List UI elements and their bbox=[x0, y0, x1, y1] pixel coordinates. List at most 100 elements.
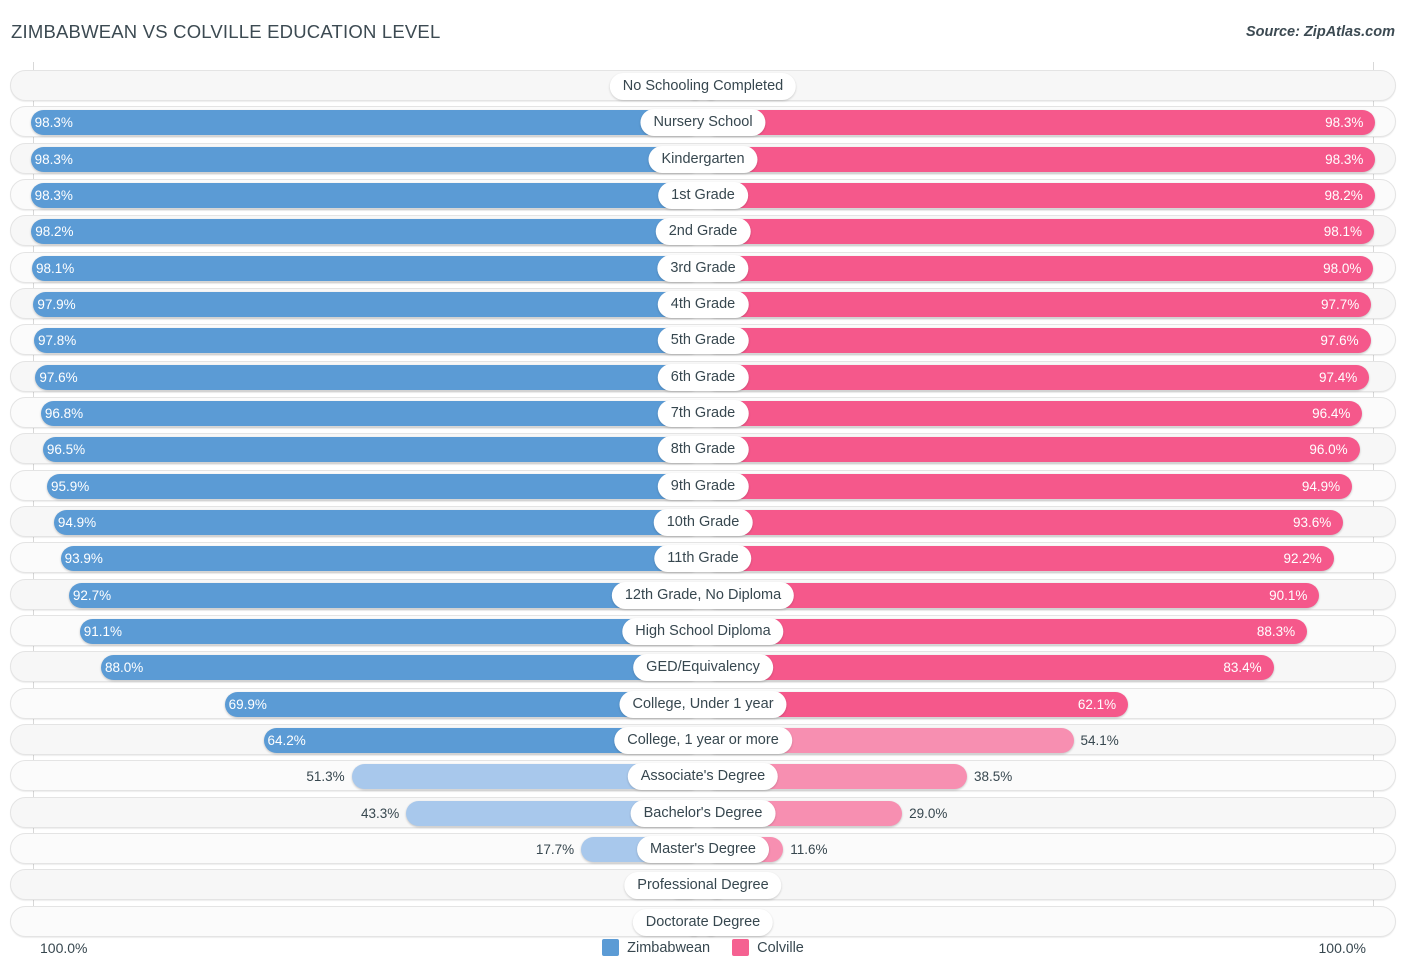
bar-zimbabwean[interactable] bbox=[79, 618, 702, 644]
bar-colville[interactable] bbox=[704, 219, 1375, 245]
table-row[interactable]: 97.9% 97.7% 4th Grade bbox=[10, 287, 1396, 319]
bar-value-colville: 94.9% bbox=[1301, 478, 1341, 494]
bar-value-zimbabwean: 51.3% bbox=[306, 769, 345, 785]
category-label: 8th Grade bbox=[657, 436, 749, 464]
bar-zimbabwean[interactable] bbox=[42, 437, 702, 463]
bar-value-colville: 97.4% bbox=[1318, 369, 1358, 385]
bar-value-colville: 98.0% bbox=[1323, 260, 1362, 276]
bar-colville[interactable] bbox=[704, 509, 1344, 535]
category-label: High School Diploma bbox=[622, 617, 784, 645]
bar-value-zimbabwean: 92.7% bbox=[72, 587, 112, 603]
table-row[interactable]: 17.7% 11.6% Master's Degree bbox=[10, 832, 1396, 864]
bar-value-colville: 11.6% bbox=[790, 841, 828, 857]
bar-zimbabwean[interactable] bbox=[31, 255, 702, 281]
legend-label: Zimbabwean bbox=[627, 939, 711, 956]
table-row[interactable]: 1.7%1.9%No Schooling Completed bbox=[10, 70, 1396, 101]
category-label: 10th Grade bbox=[653, 508, 753, 536]
bar-zimbabwean[interactable] bbox=[35, 364, 702, 390]
bar-value-zimbabwean: 88.0% bbox=[104, 660, 144, 676]
table-row[interactable]: 93.9% 92.2% 11th Grade bbox=[10, 542, 1396, 574]
bar-zimbabwean[interactable] bbox=[33, 291, 702, 317]
category-label: 6th Grade bbox=[657, 363, 749, 391]
bar-value-colville: 62.1% bbox=[1077, 696, 1117, 712]
bar-colville[interactable] bbox=[704, 582, 1320, 608]
legend-item-zimbabwean[interactable]: Zimbabwean bbox=[602, 939, 710, 956]
bar-value-colville: 93.6% bbox=[1293, 514, 1332, 530]
table-row[interactable]: 94.9% 93.6% 10th Grade bbox=[10, 505, 1396, 537]
bar-colville[interactable] bbox=[704, 182, 1375, 208]
table-row[interactable]: 2.3%1.6%Doctorate Degree bbox=[10, 905, 1396, 937]
bar-colville[interactable] bbox=[704, 291, 1372, 317]
bar-zimbabwean[interactable] bbox=[31, 219, 702, 245]
category-label: Nursery School bbox=[640, 109, 766, 137]
bar-value-colville: 54.1% bbox=[1080, 732, 1119, 748]
bar-colville[interactable] bbox=[704, 364, 1370, 390]
bar-value-zimbabwean: 43.3% bbox=[360, 805, 400, 821]
table-row[interactable]: 43.3% 29.0% Bachelor's Degree bbox=[10, 796, 1396, 828]
table-row[interactable]: 92.7% 90.1% 12th Grade, No Diploma bbox=[10, 578, 1396, 610]
bar-value-colville: 98.3% bbox=[1325, 151, 1364, 167]
category-label: 9th Grade bbox=[657, 472, 749, 500]
bar-value-colville: 97.6% bbox=[1320, 333, 1359, 349]
bar-zimbabwean[interactable] bbox=[68, 582, 702, 608]
bar-value-zimbabwean: 95.9% bbox=[51, 478, 90, 494]
bar-colville[interactable] bbox=[704, 146, 1376, 172]
chart-legend: Zimbabwean Colville bbox=[0, 939, 1406, 956]
table-row[interactable]: 51.3% 38.5% Associate's Degree bbox=[10, 760, 1396, 792]
legend-item-colville[interactable]: Colville bbox=[732, 939, 804, 956]
category-label: 1st Grade bbox=[658, 181, 748, 209]
table-row[interactable]: 97.6% 97.4% 6th Grade bbox=[10, 360, 1396, 392]
bar-zimbabwean[interactable] bbox=[40, 400, 702, 426]
table-row[interactable]: 98.3% 98.3% Kindergarten bbox=[10, 142, 1396, 174]
source-label: Source: ZipAtlas.com bbox=[1245, 24, 1395, 40]
chart-header: ZIMBABWEAN VS COLVILLE EDUCATION LEVEL S… bbox=[0, 0, 1406, 58]
table-row[interactable]: 5.2%3.8%Professional Degree bbox=[10, 869, 1396, 901]
category-label: 4th Grade bbox=[657, 290, 749, 318]
bar-value-zimbabwean: 69.9% bbox=[228, 696, 267, 712]
legend-swatch-icon bbox=[602, 939, 620, 956]
chart-plot-area: 1.7%1.9%No Schooling Completed98.3%98.3%… bbox=[0, 62, 1406, 937]
category-label: Professional Degree bbox=[624, 872, 782, 900]
bar-colville[interactable] bbox=[704, 546, 1334, 572]
table-row[interactable]: 91.1% 88.3% High School Diploma bbox=[10, 614, 1396, 646]
bar-value-zimbabwean: 93.9% bbox=[64, 551, 103, 567]
bar-zimbabwean[interactable] bbox=[60, 546, 702, 572]
bar-colville[interactable] bbox=[704, 655, 1274, 681]
bar-colville[interactable] bbox=[704, 473, 1353, 499]
category-label: GED/Equivalency bbox=[633, 654, 773, 682]
bar-zimbabwean[interactable] bbox=[47, 473, 702, 499]
bar-zimbabwean[interactable] bbox=[53, 509, 702, 535]
bar-value-colville: 29.0% bbox=[909, 805, 948, 821]
bar-colville[interactable] bbox=[704, 328, 1371, 354]
category-label: 3rd Grade bbox=[657, 254, 749, 282]
table-row[interactable]: 69.9% 62.1% College, Under 1 year bbox=[10, 687, 1396, 719]
bar-value-colville: 98.2% bbox=[1324, 187, 1363, 203]
bar-zimbabwean[interactable] bbox=[100, 655, 702, 681]
bar-colville[interactable] bbox=[704, 400, 1363, 426]
bar-zimbabwean[interactable] bbox=[30, 110, 702, 136]
table-row[interactable]: 88.0% 83.4% GED/Equivalency bbox=[10, 651, 1396, 683]
bar-colville[interactable] bbox=[704, 255, 1374, 281]
bar-zimbabwean[interactable] bbox=[30, 182, 702, 208]
bar-zimbabwean[interactable] bbox=[30, 146, 702, 172]
bar-zimbabwean[interactable] bbox=[34, 328, 702, 354]
category-label: 11th Grade bbox=[654, 545, 752, 573]
table-row[interactable]: 97.8% 97.6% 5th Grade bbox=[10, 324, 1396, 356]
category-label: Bachelor's Degree bbox=[630, 799, 776, 827]
table-row[interactable]: 98.3% 98.2% 1st Grade bbox=[10, 178, 1396, 210]
bar-colville[interactable] bbox=[704, 618, 1308, 644]
table-row[interactable]: 96.5% 96.0% 8th Grade bbox=[10, 433, 1396, 465]
category-label: 7th Grade bbox=[657, 399, 749, 427]
bar-value-zimbabwean: 96.8% bbox=[44, 405, 84, 421]
legend-swatch-icon bbox=[732, 939, 750, 956]
bar-colville[interactable] bbox=[704, 437, 1360, 463]
table-row[interactable]: 98.2% 98.1% 2nd Grade bbox=[10, 215, 1396, 247]
table-row[interactable]: 64.2% 54.1% College, 1 year or more bbox=[10, 723, 1396, 755]
bar-value-zimbabwean: 96.5% bbox=[46, 442, 86, 458]
table-row[interactable]: 96.8% 96.4% 7th Grade bbox=[10, 396, 1396, 428]
table-row[interactable]: 98.3% 98.3% Nursery School bbox=[10, 106, 1396, 138]
table-row[interactable]: 95.9% 94.9% 9th Grade bbox=[10, 469, 1396, 501]
category-label: Associate's Degree bbox=[627, 763, 779, 791]
table-row[interactable]: 98.1% 98.0% 3rd Grade bbox=[10, 251, 1396, 283]
bar-colville[interactable] bbox=[704, 110, 1376, 136]
